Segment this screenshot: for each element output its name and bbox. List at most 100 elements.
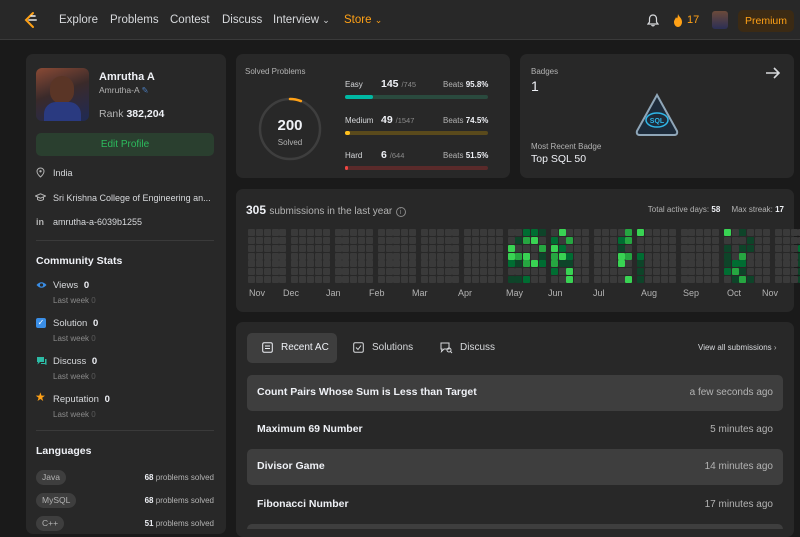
arrow-right-icon[interactable] xyxy=(765,66,781,80)
heatmap-cell[interactable] xyxy=(652,260,660,268)
heatmap-cell[interactable] xyxy=(271,229,279,236)
heatmap-cell[interactable] xyxy=(755,260,763,268)
heatmap-cell[interactable] xyxy=(594,252,601,260)
heatmap-cell[interactable] xyxy=(255,260,263,268)
heatmap-cell[interactable] xyxy=(574,244,582,252)
heatmap-cell[interactable] xyxy=(617,276,625,284)
heatmap-cell[interactable] xyxy=(401,244,409,252)
heatmap-cell[interactable] xyxy=(696,276,704,284)
heatmap-cell[interactable] xyxy=(479,244,487,252)
heatmap-cell[interactable] xyxy=(342,268,350,276)
heatmap-cell[interactable] xyxy=(668,236,676,244)
heatmap-cell[interactable] xyxy=(271,260,279,268)
heatmap-cell[interactable] xyxy=(774,260,782,268)
submission-row[interactable] xyxy=(247,524,783,529)
heatmap-cell[interactable] xyxy=(377,252,385,260)
heatmap-cell[interactable] xyxy=(637,276,645,284)
heatmap-cell[interactable] xyxy=(291,268,299,276)
view-all-submissions-link[interactable]: View all submissions › xyxy=(698,343,777,352)
heatmap-cell[interactable] xyxy=(472,260,480,268)
heatmap-cell[interactable] xyxy=(739,236,747,244)
heatmap-cell[interactable] xyxy=(401,268,409,276)
heatmap-cell[interactable] xyxy=(487,236,495,244)
heatmap-cell[interactable] xyxy=(487,229,495,236)
heatmap-cell[interactable] xyxy=(342,244,350,252)
heatmap-cell[interactable] xyxy=(436,260,444,268)
heatmap-cell[interactable] xyxy=(334,268,342,276)
heatmap-cell[interactable] xyxy=(566,229,574,236)
heatmap-cell[interactable] xyxy=(322,260,330,268)
heatmap-cell[interactable] xyxy=(479,236,487,244)
heatmap-cell[interactable] xyxy=(531,236,539,244)
heatmap-cell[interactable] xyxy=(739,260,747,268)
heatmap-cell[interactable] xyxy=(523,268,531,276)
heatmap-cell[interactable] xyxy=(299,229,307,236)
heatmap-cell[interactable] xyxy=(428,236,436,244)
heatmap-cell[interactable] xyxy=(495,260,503,268)
heatmap-cell[interactable] xyxy=(782,236,790,244)
heatmap-cell[interactable] xyxy=(421,244,428,252)
heatmap-cell[interactable] xyxy=(660,268,668,276)
heatmap-cell[interactable] xyxy=(668,276,676,284)
heatmap-cell[interactable] xyxy=(774,229,782,236)
heatmap-cell[interactable] xyxy=(668,260,676,268)
heatmap-cell[interactable] xyxy=(334,260,342,268)
heatmap-cell[interactable] xyxy=(645,276,653,284)
heatmap-cell[interactable] xyxy=(625,276,633,284)
heatmap-cell[interactable] xyxy=(342,236,350,244)
heatmap-cell[interactable] xyxy=(350,244,358,252)
heatmap-cell[interactable] xyxy=(680,244,688,252)
heatmap-cell[interactable] xyxy=(322,236,330,244)
heatmap-cell[interactable] xyxy=(248,236,255,244)
heatmap-cell[interactable] xyxy=(774,268,782,276)
heatmap-cell[interactable] xyxy=(696,252,704,260)
heatmap-cell[interactable] xyxy=(696,268,704,276)
heatmap-cell[interactable] xyxy=(782,244,790,252)
heatmap-cell[interactable] xyxy=(652,244,660,252)
heatmap-cell[interactable] xyxy=(428,229,436,236)
heatmap-cell[interactable] xyxy=(782,252,790,260)
heatmap-cell[interactable] xyxy=(515,276,523,284)
heatmap-cell[interactable] xyxy=(334,244,342,252)
heatmap-cell[interactable] xyxy=(248,252,255,260)
heatmap-cell[interactable] xyxy=(479,260,487,268)
heatmap-cell[interactable] xyxy=(688,244,696,252)
tab-recent-ac[interactable]: Recent AC xyxy=(247,333,337,363)
heatmap-cell[interactable] xyxy=(306,276,314,284)
heatmap-cell[interactable] xyxy=(322,252,330,260)
heatmap-cell[interactable] xyxy=(550,236,558,244)
fire-streak-icon[interactable] xyxy=(673,14,683,27)
heatmap-cell[interactable] xyxy=(495,236,503,244)
heatmap-cell[interactable] xyxy=(291,229,299,236)
heatmap-cell[interactable] xyxy=(421,268,428,276)
heatmap-cell[interactable] xyxy=(436,252,444,260)
heatmap-cell[interactable] xyxy=(566,252,574,260)
heatmap-cell[interactable] xyxy=(704,268,712,276)
heatmap-cell[interactable] xyxy=(334,276,342,284)
heatmap-cell[interactable] xyxy=(255,229,263,236)
heatmap-cell[interactable] xyxy=(763,260,770,268)
heatmap-cell[interactable] xyxy=(299,260,307,268)
heatmap-cell[interactable] xyxy=(255,244,263,252)
heatmap-cell[interactable] xyxy=(609,268,617,276)
heatmap-cell[interactable] xyxy=(279,229,287,236)
heatmap-cell[interactable] xyxy=(668,268,676,276)
heatmap-cell[interactable] xyxy=(436,268,444,276)
heatmap-cell[interactable] xyxy=(385,229,393,236)
heatmap-cell[interactable] xyxy=(660,276,668,284)
heatmap-cell[interactable] xyxy=(421,229,428,236)
heatmap-cell[interactable] xyxy=(574,268,582,276)
heatmap-cell[interactable] xyxy=(566,268,574,276)
heatmap-cell[interactable] xyxy=(704,276,712,284)
heatmap-cell[interactable] xyxy=(723,276,731,284)
heatmap-cell[interactable] xyxy=(255,252,263,260)
heatmap-cell[interactable] xyxy=(314,260,322,268)
heatmap-cell[interactable] xyxy=(263,252,271,260)
heatmap-cell[interactable] xyxy=(625,229,633,236)
heatmap-cell[interactable] xyxy=(428,244,436,252)
heatmap-cell[interactable] xyxy=(479,252,487,260)
heatmap-cell[interactable] xyxy=(531,260,539,268)
heatmap-cell[interactable] xyxy=(711,268,719,276)
heatmap-cell[interactable] xyxy=(385,276,393,284)
heatmap-cell[interactable] xyxy=(464,260,472,268)
